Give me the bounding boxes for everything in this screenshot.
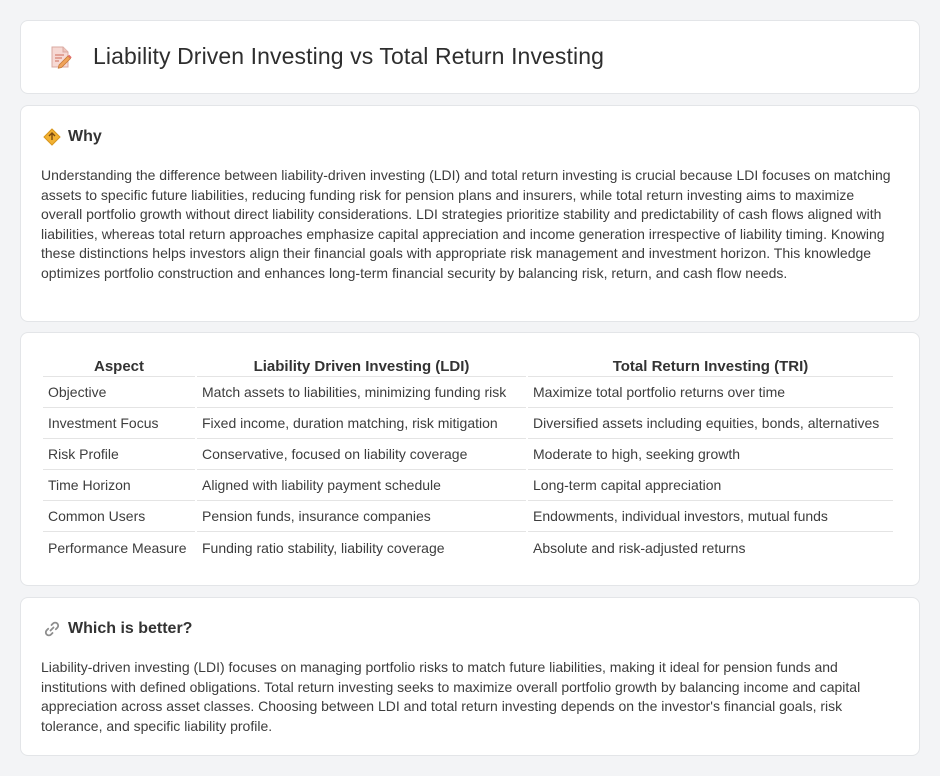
table-cell: Time Horizon: [43, 470, 195, 501]
document-pencil-icon: [47, 44, 73, 70]
table-cell: Aligned with liability payment schedule: [197, 470, 526, 501]
table-cell: Common Users: [43, 501, 195, 532]
why-title: Why: [68, 128, 102, 145]
table-cell: Long-term capital appreciation: [528, 470, 893, 501]
diamond-warning-icon: [43, 128, 61, 146]
table-cell: Match assets to liabilities, minimizing …: [197, 377, 526, 408]
table-cell: Pension funds, insurance companies: [197, 501, 526, 532]
comparison-section: Aspect Liability Driven Investing (LDI) …: [20, 332, 920, 586]
table-cell: Moderate to high, seeking growth: [528, 439, 893, 470]
table-cell: Fixed income, duration matching, risk mi…: [197, 408, 526, 439]
which-better-section: Which is better? Liability-driven invest…: [20, 597, 920, 756]
table-row: Time Horizon Aligned with liability paym…: [43, 470, 893, 501]
title-row: Liability Driven Investing vs Total Retu…: [47, 43, 604, 70]
table-cell: Conservative, focused on liability cover…: [197, 439, 526, 470]
column-header-tri: Total Return Investing (TRI): [528, 355, 893, 377]
table-cell: Absolute and risk-adjusted returns: [533, 539, 746, 556]
table-row: Risk Profile Conservative, focused on li…: [43, 439, 893, 470]
table-row: Objective Match assets to liabilities, m…: [43, 377, 893, 408]
table-cell: Performance Measure: [48, 539, 187, 556]
why-heading: Why: [43, 128, 102, 146]
table-row: Investment Focus Fixed income, duration …: [43, 408, 893, 439]
better-paragraph: Liability-driven investing (LDI) focuses…: [41, 659, 861, 734]
better-heading: Which is better?: [43, 620, 192, 638]
table-cell: Endowments, individual investors, mutual…: [528, 501, 893, 532]
table-cell: Diversified assets including equities, b…: [528, 408, 893, 439]
table-cell: Risk Profile: [43, 439, 195, 470]
why-paragraph: Understanding the difference between lia…: [41, 167, 891, 281]
column-header-aspect: Aspect: [43, 355, 195, 377]
table-cell: Maximize total portfolio returns over ti…: [528, 377, 893, 408]
page-title: Liability Driven Investing vs Total Retu…: [93, 43, 605, 69]
link-icon: [43, 620, 61, 638]
table-header-row: Aspect Liability Driven Investing (LDI) …: [43, 355, 893, 377]
table-row: Performance Measure Funding ratio stabil…: [43, 532, 893, 563]
comparison-table: Aspect Liability Driven Investing (LDI) …: [41, 355, 895, 563]
table-cell: Objective: [43, 377, 195, 408]
header-card: Liability Driven Investing vs Total Retu…: [20, 20, 920, 94]
table-row: Common Users Pension funds, insurance co…: [43, 501, 893, 532]
table-cell: Funding ratio stability, liability cover…: [202, 539, 445, 556]
better-title: Which is better?: [68, 620, 193, 637]
table-cell: Investment Focus: [43, 408, 195, 439]
column-header-ldi: Liability Driven Investing (LDI): [197, 355, 526, 377]
why-section: Why Understanding the difference between…: [20, 105, 920, 322]
